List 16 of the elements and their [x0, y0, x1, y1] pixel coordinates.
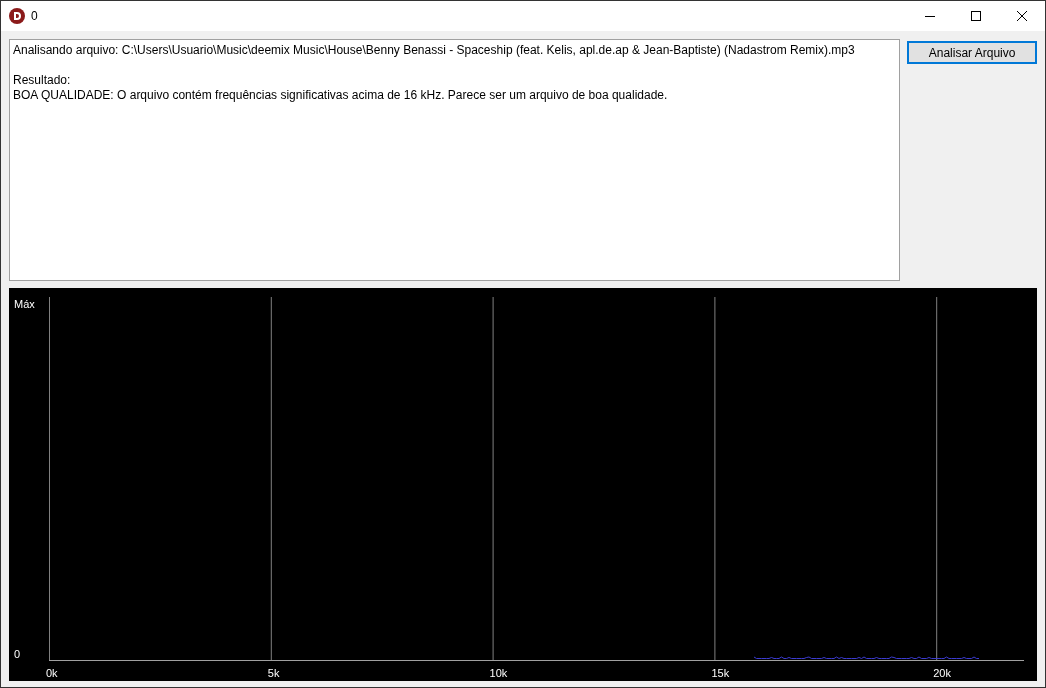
- x-tick-label: 15k: [711, 667, 730, 679]
- x-tick-label: 5k: [267, 667, 280, 679]
- y-tick-label: 0: [14, 648, 21, 660]
- close-icon: [1017, 11, 1027, 21]
- analyze-file-button[interactable]: Analisar Arquivo: [907, 41, 1037, 64]
- window-title: 0: [31, 8, 38, 25]
- x-tick-label: 10k: [489, 667, 508, 679]
- maximize-icon: [971, 11, 981, 21]
- output-text-area[interactable]: [9, 39, 901, 281]
- output-line: Analisando arquivo: C:\Users\Usuario\Music\deemix Music\House\Benny Benassi - Spaceship (feat. Kelis, apl.de.ap & Jean-Baptiste) (Nadastrom Remix).mp3: [13, 43, 856, 58]
- y-tick-label: Máx: [14, 298, 35, 310]
- app-logo-icon: [9, 8, 25, 24]
- output-line: Resultado:: [13, 73, 72, 88]
- output-line: BOA QUALIDADE: O arquivo contém frequências significativas acima de 16 kHz. Parece ser um arquivo de boa qualidade.: [13, 88, 669, 103]
- x-tick-label: 0k: [46, 667, 58, 679]
- x-tick-label: 20k: [933, 667, 951, 679]
